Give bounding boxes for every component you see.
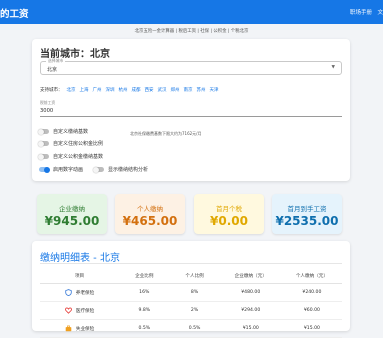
app-bar: 的工资 职场手册 文 [0,0,383,24]
personal-contribution-label: 个人缴纳 [137,205,163,213]
column-header-company-rate: 企业比例 [119,268,170,284]
company-amount: ¥480.00 [219,283,282,302]
city-link-tianjin[interactable]: 天津 [210,88,219,93]
column-header-item: 项目 [40,268,120,284]
first-month-tax-amount: ¥0.00 [210,214,248,228]
item-name: 失业保险 [75,326,95,332]
workplace-guide-link[interactable]: 职场手册 [350,8,372,16]
city-link-shenzhen[interactable]: 深圳 [106,88,115,93]
custom-fund-base-label: 自定义公积金缴纳基数 [53,154,104,160]
column-header-personal-rate: 个人比例 [169,268,220,284]
column-header-company-amount: 企业缴纳（元） [219,268,282,284]
language-toggle[interactable]: 文 [377,8,383,16]
custom-fund-ratio-toggle-row[interactable]: 自定义住房公积金比例 [38,140,104,147]
heart-icon [64,307,72,314]
city-link-beijing[interactable]: 北京 [67,88,76,93]
city-link-wuhan[interactable]: 武汉 [158,88,167,93]
structure-analysis-toggle-row[interactable]: 显示缴纳结构分析 [93,166,149,173]
city-link-suzhou[interactable]: 苏州 [197,88,206,93]
city-select-value: 北京 [47,67,58,73]
city-link-hangzhou[interactable]: 杭州 [119,88,128,93]
personal-rate: 0.5% [169,319,220,338]
personal-amount: ¥60.00 [281,301,342,320]
first-month-tax-label: 首月个税 [216,205,242,213]
table-row: 失业保险 0.5% 0.5% ¥15.00 ¥15.00 [40,319,342,338]
base-limit-hint: 北京社保缴费基数下限大约为7162元/月 [130,131,202,136]
custom-fund-ratio-label: 自定义住房公积金比例 [53,141,104,147]
personal-amount: ¥15.00 [281,319,342,338]
salary-label: 税前工资 [40,100,56,105]
table-header-row: 项目 企业比例 个人比例 企业缴纳（元） 个人缴纳（元） [40,268,342,284]
detail-table-title: 缴纳明细表 - 北京 [40,253,120,264]
personal-rate: 2% [169,301,220,320]
city-link-shanghai[interactable]: 上海 [80,88,89,93]
custom-fund-base-toggle-row[interactable]: 自定义公积金缴纳基数 [38,153,104,160]
city-link-guangzhou[interactable]: 广州 [93,88,102,93]
first-month-tax-card: 首月个税 ¥0.00 [194,194,264,234]
custom-base-label: 自定义缴纳基数 [53,129,89,135]
company-amount: ¥294.00 [219,301,282,320]
custom-base-switch[interactable] [38,128,49,135]
city-select-label: 选择城市 [46,58,66,64]
net-salary-card: 首月到手工资 ¥2535.00 [272,194,342,234]
company-amount: ¥15.00 [219,319,282,338]
company-contribution-card: 企业缴纳 ¥945.00 [37,194,107,234]
custom-fund-ratio-switch[interactable] [38,140,49,147]
supported-cities-label: 支持城市： [40,88,63,93]
item-name: 医疗保险 [75,308,95,314]
structure-analysis-label: 显示缴纳结构分析 [108,167,149,173]
supported-cities: 支持城市： 北京 上海 广州 深圳 杭州 成都 西安 武汉 郑州 南京 苏州 天津 [40,87,219,93]
column-header-personal-amount: 个人缴纳（元） [281,268,342,284]
shield-icon [65,289,72,296]
salary-input[interactable]: 3000 [40,108,53,114]
city-link-xian[interactable]: 西安 [145,88,154,93]
city-select[interactable]: 选择城市 北京 ▼ [40,58,342,75]
keyword-notice: 北京五险一金计算器 | 税后工资 | 社保 | 公积金 | 个税北京 [134,29,249,34]
structure-analysis-switch[interactable] [93,166,104,173]
detail-table-card: 缴纳明细表 - 北京 项目 企业比例 个人比例 企业缴纳（元） 个人缴纳（元） … [32,241,350,338]
personal-rate: 8% [169,283,220,302]
briefcase-icon [65,325,72,332]
table-row: 医疗保险 9.8% 2% ¥294.00 ¥60.00 [40,301,342,320]
net-salary-label: 首月到手工资 [287,205,327,213]
city-link-nanjing[interactable]: 南京 [184,88,193,93]
custom-base-toggle-row[interactable]: 自定义缴纳基数 [38,128,89,135]
city-link-chengdu[interactable]: 成都 [132,88,141,93]
table-row: 养老保险 16% 8% ¥480.00 ¥240.00 [40,283,342,302]
number-animation-label: 启用数字动画 [53,167,84,173]
company-rate: 9.8% [119,301,170,320]
company-rate: 16% [119,283,170,302]
city-link-zhengzhou[interactable]: 郑州 [171,88,180,93]
number-animation-switch[interactable] [39,166,50,173]
company-rate: 0.5% [119,319,170,338]
personal-contribution-amount: ¥465.00 [122,214,178,228]
net-salary-amount: ¥2535.00 [275,214,339,228]
number-animation-toggle-row[interactable]: 启用数字动画 [39,166,83,173]
salary-underline [40,116,342,117]
dropdown-arrow-icon: ▼ [331,65,335,70]
settings-card: 当前城市：北京 选择城市 北京 ▼ 支持城市： 北京 上海 广州 深圳 杭州 成都 西安 武汉郑… [32,39,350,181]
item-name: 养老保险 [75,290,95,296]
app-title: 的工资 [0,9,29,20]
company-contribution-label: 企业缴纳 [59,205,85,213]
detail-title-divider [40,263,342,264]
custom-fund-base-switch[interactable] [38,153,49,160]
company-contribution-amount: ¥945.00 [44,214,100,228]
personal-contribution-card: 个人缴纳 ¥465.00 [115,194,185,234]
personal-amount: ¥240.00 [281,283,342,302]
